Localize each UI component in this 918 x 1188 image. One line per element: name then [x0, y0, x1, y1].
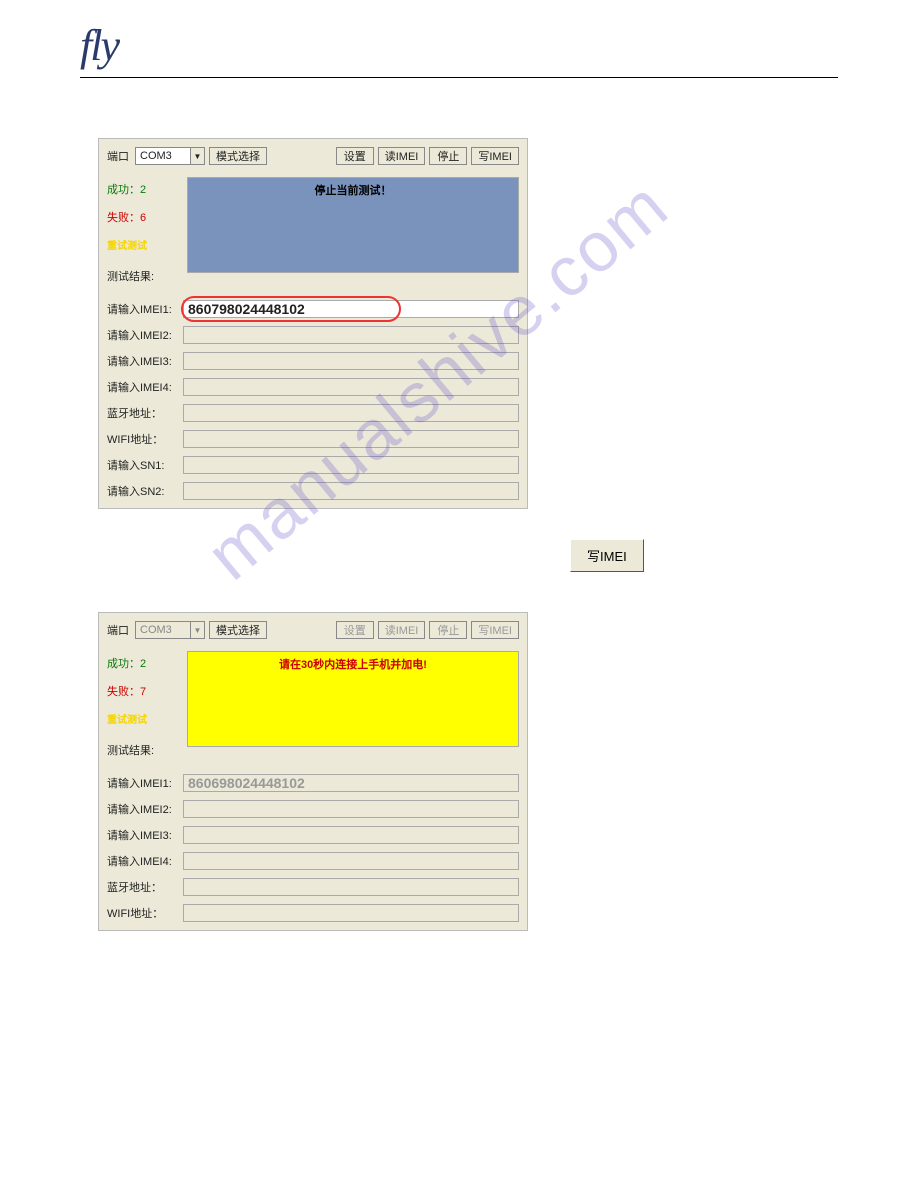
- imei3-input[interactable]: [183, 826, 519, 844]
- bt-input[interactable]: [183, 404, 519, 422]
- bt-label: 蓝牙地址：: [107, 879, 177, 895]
- wifi-label: WIFI地址：: [107, 905, 177, 921]
- chevron-down-icon: ▼: [190, 148, 204, 164]
- settings-button[interactable]: 设置: [336, 147, 374, 165]
- status-message: 停止当前测试！: [187, 177, 519, 273]
- result-label: 测试结果:: [107, 742, 187, 758]
- wifi-label: WIFI地址：: [107, 431, 177, 447]
- imei3-label: 请输入IMEI3:: [107, 827, 177, 843]
- panel-1: 端口 COM3 ▼ 模式选择 设置 读IMEI 停止 写IMEI 成功：2 失败…: [98, 138, 528, 509]
- sn2-label: 请输入SN2:: [107, 483, 177, 499]
- toolbar: 端口 COM3 ▼ 模式选择 设置 读IMEI 停止 写IMEI: [107, 147, 519, 165]
- status-message: 请在30秒内连接上手机并加电!: [187, 651, 519, 747]
- imei2-input[interactable]: [183, 326, 519, 344]
- read-imei-button: 读IMEI: [378, 621, 426, 639]
- port-value: COM3: [140, 624, 172, 636]
- wifi-input[interactable]: [183, 430, 519, 448]
- fail-count: 失败：7: [107, 683, 187, 699]
- write-imei-big-button[interactable]: 写IMEI: [570, 539, 644, 572]
- retry-hint: 重试测试: [107, 711, 187, 726]
- mode-select-button[interactable]: 模式选择: [209, 621, 267, 639]
- logo: fly: [80, 20, 838, 78]
- wifi-input[interactable]: [183, 904, 519, 922]
- imei4-input[interactable]: [183, 852, 519, 870]
- stop-button[interactable]: 停止: [429, 147, 467, 165]
- bt-label: 蓝牙地址：: [107, 405, 177, 421]
- success-count: 成功：2: [107, 655, 187, 671]
- read-imei-button[interactable]: 读IMEI: [378, 147, 426, 165]
- retry-hint: 重试测试: [107, 237, 187, 252]
- imei1-label: 请输入IMEI1:: [107, 301, 177, 317]
- sn1-label: 请输入SN1:: [107, 457, 177, 473]
- stop-button: 停止: [429, 621, 467, 639]
- chevron-down-icon: ▼: [190, 622, 204, 638]
- imei2-input[interactable]: [183, 800, 519, 818]
- imei4-input[interactable]: [183, 378, 519, 396]
- imei4-label: 请输入IMEI4:: [107, 853, 177, 869]
- port-label: 端口: [107, 148, 129, 164]
- fail-count: 失败：6: [107, 209, 187, 225]
- imei1-input[interactable]: 860798024448102: [183, 300, 519, 318]
- mode-select-button[interactable]: 模式选择: [209, 147, 267, 165]
- panel-2: 端口 COM3 ▼ 模式选择 设置 读IMEI 停止 写IMEI 成功：2 失败…: [98, 612, 528, 931]
- imei3-label: 请输入IMEI3:: [107, 353, 177, 369]
- imei4-label: 请输入IMEI4:: [107, 379, 177, 395]
- imei1-label: 请输入IMEI1:: [107, 775, 177, 791]
- toolbar: 端口 COM3 ▼ 模式选择 设置 读IMEI 停止 写IMEI: [107, 621, 519, 639]
- write-imei-button: 写IMEI: [471, 621, 519, 639]
- bt-input[interactable]: [183, 878, 519, 896]
- port-combo: COM3 ▼: [135, 621, 205, 639]
- imei2-label: 请输入IMEI2:: [107, 801, 177, 817]
- write-imei-button[interactable]: 写IMEI: [471, 147, 519, 165]
- imei2-label: 请输入IMEI2:: [107, 327, 177, 343]
- success-count: 成功：2: [107, 181, 187, 197]
- sn2-input[interactable]: [183, 482, 519, 500]
- imei3-input[interactable]: [183, 352, 519, 370]
- settings-button: 设置: [336, 621, 374, 639]
- port-combo[interactable]: COM3 ▼: [135, 147, 205, 165]
- imei1-input[interactable]: 860698024448102: [183, 774, 519, 792]
- result-label: 测试结果:: [107, 268, 187, 284]
- sn1-input[interactable]: [183, 456, 519, 474]
- port-label: 端口: [107, 622, 129, 638]
- port-value: COM3: [140, 150, 172, 162]
